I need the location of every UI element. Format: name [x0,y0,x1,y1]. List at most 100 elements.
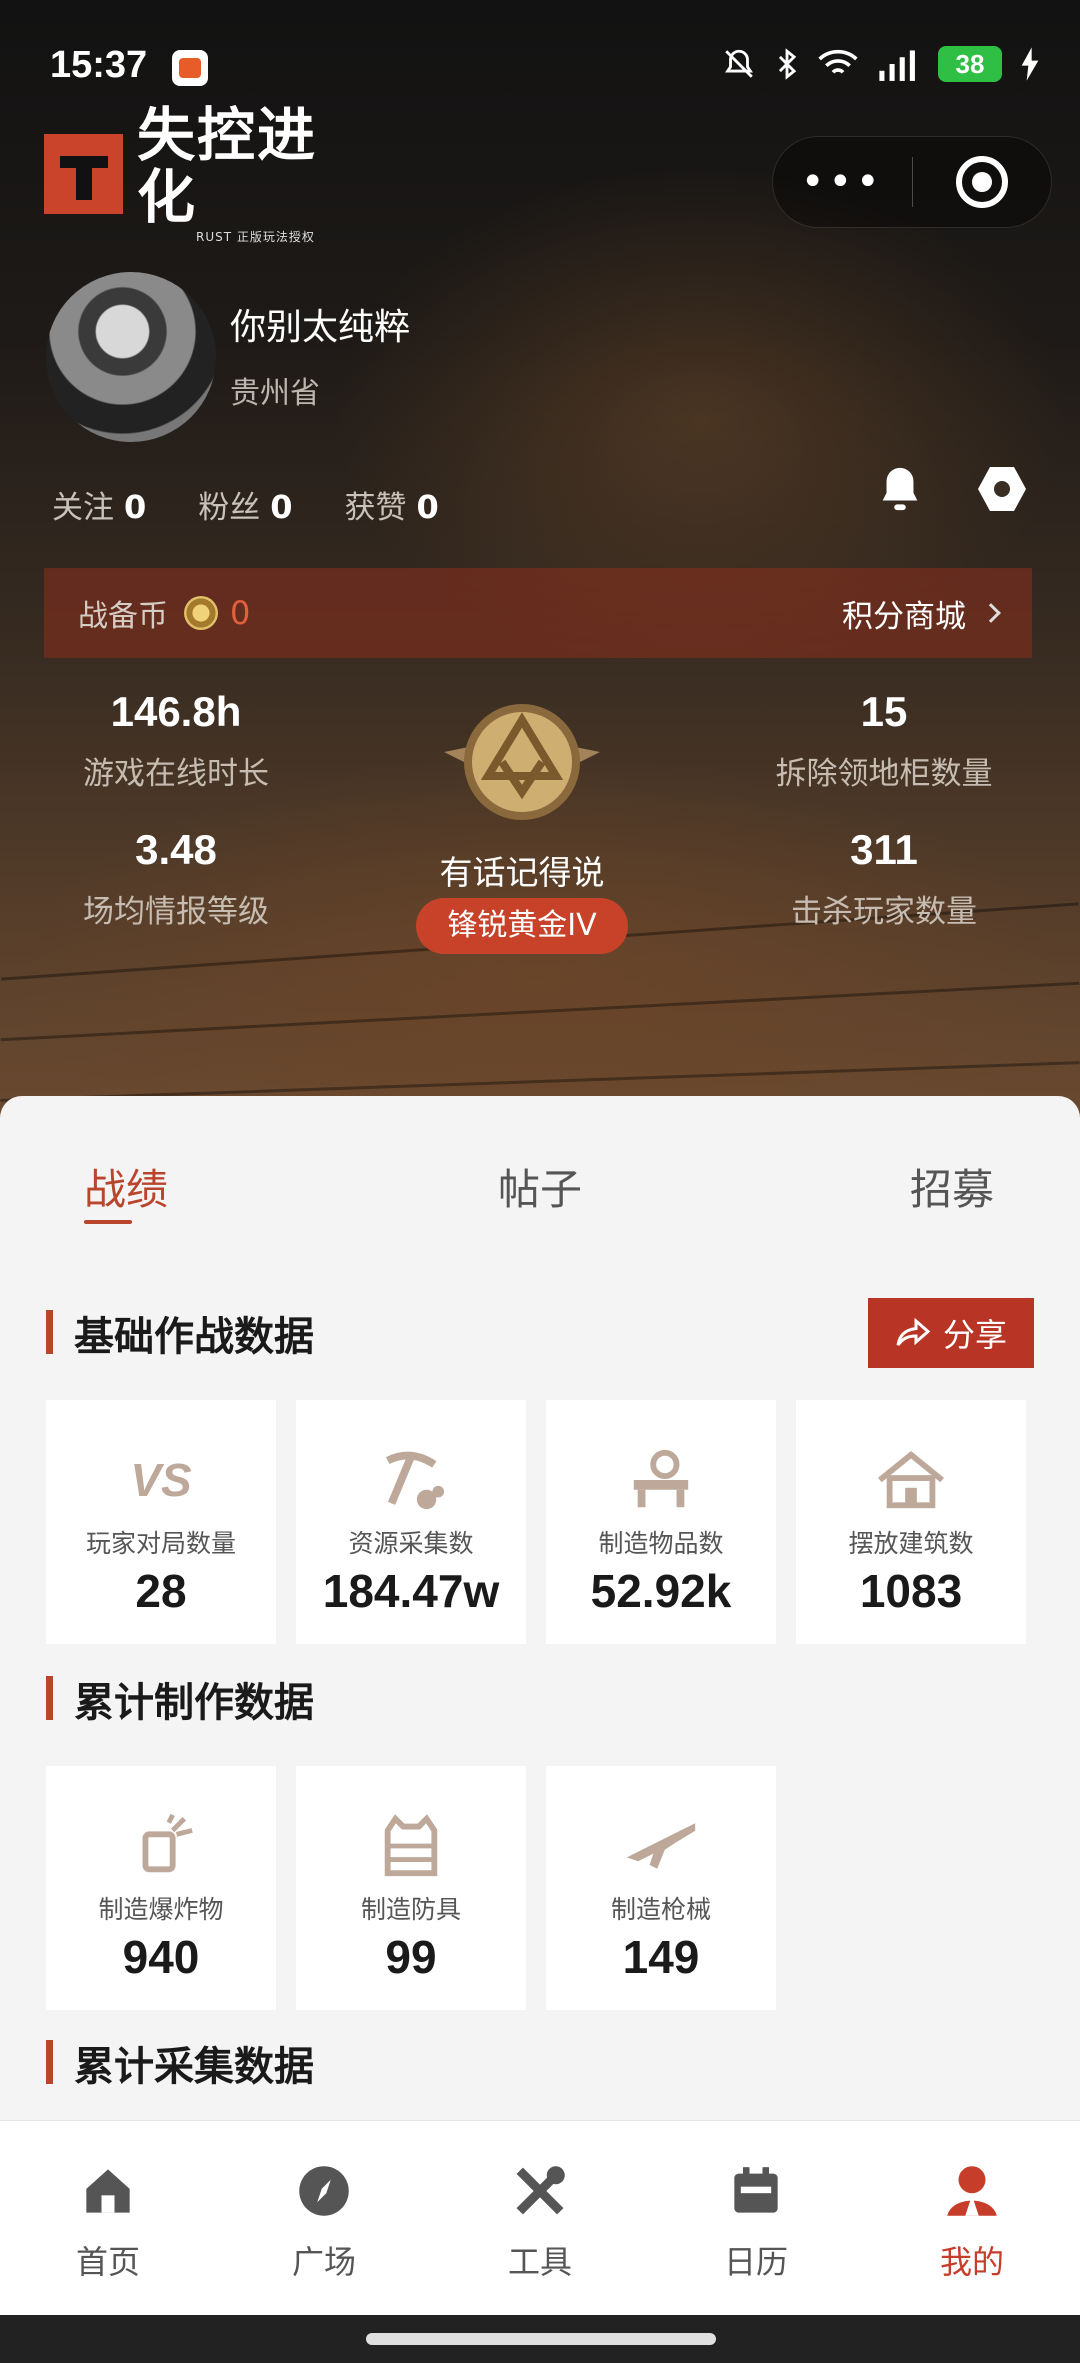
likes-value: 0 [416,488,439,526]
nav-label: 广场 [291,2243,356,2281]
stat-card-matches[interactable]: VS 玩家对局数量 28 [46,1400,276,1644]
nav-label: 日历 [723,2243,788,2281]
stat-card-explosives[interactable]: 制造爆炸物 940 [46,1766,276,2010]
username: 你别太纯粹 [230,307,411,348]
logo-title: 失控进化 [137,100,318,231]
coin-bar: 战备币 0 积分商城 [44,568,1032,658]
bell-icon[interactable] [876,464,924,514]
stat-label: 场均情报等级 [83,894,269,930]
notification-app-icon [172,50,208,86]
rank-tier-badge: 锋锐黄金IV [416,898,628,954]
home-icon [86,2169,130,2213]
coin-label: 战备币 [78,599,168,634]
fans-value: 0 [270,488,293,526]
follow-value: 0 [124,488,147,526]
home-indicator[interactable] [366,2333,716,2345]
profile-icon [947,2166,997,2216]
card-label: 制造枪械 [610,1895,711,1924]
nav-tools[interactable]: 工具 [465,2163,615,2283]
points-mall-label: 积分商城 [842,598,966,635]
points-mall-link[interactable]: 积分商城 [842,591,1001,636]
section-title-basic: 基础作战数据 [46,1304,314,1362]
settings-hexagon-icon[interactable] [976,464,1028,514]
close-miniprogram-button[interactable] [912,156,1051,208]
card-label: 制造物品数 [598,1529,724,1558]
rank-badge-icon[interactable] [434,692,610,832]
card-value: 99 [385,1931,437,1983]
stat-online-hours: 146.8h 游戏在线时长 [16,688,336,793]
stat-value: 146.8h [110,688,242,735]
card-label: 摆放建筑数 [848,1529,974,1558]
tab-posts[interactable]: 帖子 [498,1156,582,1217]
charging-icon [1021,47,1039,81]
card-value: 52.92k [590,1565,732,1617]
rank-title: 有话记得说 [439,853,605,892]
card-value: 149 [622,1931,700,1983]
system-icons: 38 [722,46,1040,82]
fans-label: 粉丝 [198,490,261,526]
card-label: 制造爆炸物 [98,1895,224,1924]
wifi-icon [818,49,858,74]
cellular-signal-icon [879,50,915,81]
share-button[interactable]: 分享 [868,1298,1034,1368]
stat-card-items[interactable]: 制造物品数 52.92k [546,1400,776,1644]
card-value: 28 [135,1565,187,1617]
explosive-icon [142,1814,193,1873]
share-icon [896,1318,931,1346]
nav-calendar[interactable]: 日历 [681,2163,831,2283]
nav-label: 首页 [75,2243,140,2281]
battery-icon: 38 [938,46,1002,82]
nav-home[interactable]: 首页 [33,2163,183,2283]
stat-label: 拆除领地柜数量 [775,756,993,792]
card-value: 1083 [859,1565,963,1617]
card-value: 184.47w [322,1565,500,1617]
card-label: 资源采集数 [348,1529,474,1558]
stat-intel-level: 3.48 场均情报等级 [16,826,336,931]
more-options-button[interactable]: ••• [773,162,912,202]
bluetooth-icon [778,48,797,80]
nav-plaza[interactable]: 广场 [249,2163,399,2283]
stat-value: 15 [860,688,908,735]
likes-label: 获赞 [344,490,407,526]
social-counts: 关注 0 粉丝 0 获赞 0 [52,482,439,527]
stat-card-resources[interactable]: 资源采集数 184.47w [296,1400,526,1644]
vs-icon: VS [130,1454,192,1506]
nav-label: 工具 [507,2243,572,2281]
pickaxe-icon [385,1451,445,1510]
likes-count[interactable]: 获赞 0 [345,482,439,527]
section-title-crafting: 累计制作数据 [46,1670,314,1728]
rifle-icon [626,1823,696,1869]
stat-card-firearms[interactable]: 制造枪械 149 [546,1766,776,2010]
tab-record[interactable]: 战绩 [84,1156,168,1217]
stat-label: 游戏在线时长 [83,756,269,792]
profile-header: 15:37 38 失控进化 RUST 正版玩法授权 ••• 你别太纯粹 贵州省 … [0,0,1080,1120]
content-panel: 战绩 帖子 招募 基础作战数据 分享 VS 玩家对局数量 28 资源采集数 18… [0,1096,1080,2120]
logo-emblem-icon [44,134,123,214]
stat-label: 击杀玩家数量 [791,894,977,930]
nav-label: 我的 [939,2243,1004,2281]
mute-icon [725,49,753,78]
stat-players-killed: 311 击杀玩家数量 [724,826,1044,931]
status-bar: 15:37 38 [0,40,1080,100]
nav-mine[interactable]: 我的 [897,2163,1047,2283]
stat-value: 3.48 [135,826,217,873]
app-logo: 失控进化 RUST 正版玩法授权 [44,104,374,244]
stat-value: 311 [850,826,918,873]
chevron-right-icon [981,603,1001,623]
fans-count[interactable]: 粉丝 0 [198,482,292,527]
coin-value: 0 [230,594,251,632]
tab-bar: 战绩 帖子 招募 [0,1156,1080,1236]
avatar[interactable] [46,272,216,442]
compass-icon [299,2166,349,2216]
stat-card-buildings[interactable]: 摆放建筑数 1083 [796,1400,1026,1644]
house-icon [878,1450,944,1509]
wood-plank-line [0,981,1080,1042]
follow-label: 关注 [52,490,114,526]
active-tab-indicator [84,1220,132,1224]
tools-icon [516,2166,565,2215]
calendar-icon [734,2167,778,2213]
status-time: 15:37 [50,44,148,86]
follow-count[interactable]: 关注 0 [52,482,146,527]
stat-card-armor[interactable]: 制造防具 99 [296,1766,526,2010]
tab-recruit[interactable]: 招募 [910,1156,994,1217]
